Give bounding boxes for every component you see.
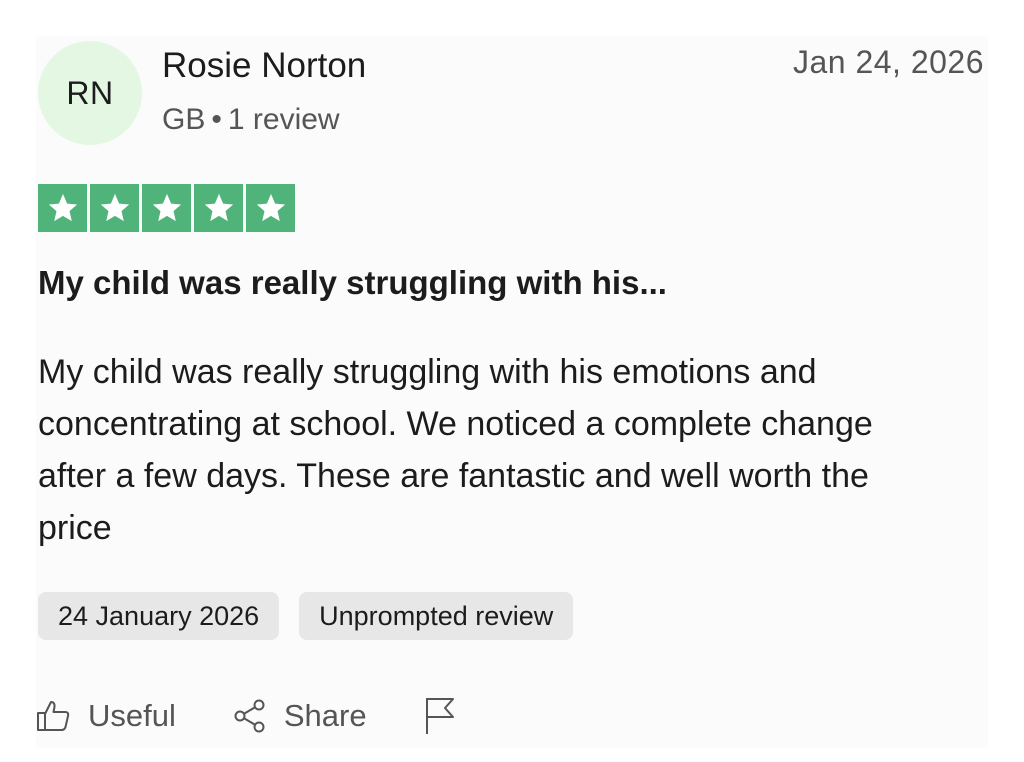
star-icon <box>38 184 87 232</box>
reviewer-name[interactable]: Rosie Norton <box>162 46 366 86</box>
avatar-initials: RN <box>66 74 114 111</box>
flag-icon <box>425 698 454 734</box>
share-icon <box>234 699 265 733</box>
reviewer-review-count: 1 review <box>227 103 340 136</box>
review-actions: Useful Share <box>36 696 457 736</box>
review-tags: 24 January 2026 Unprompted review <box>38 592 574 640</box>
star-icon <box>194 184 243 232</box>
review-body: My child was really struggling with his … <box>38 353 873 547</box>
share-button[interactable]: Share <box>232 698 367 734</box>
experience-date-tag: 24 January 2026 <box>38 592 280 640</box>
review-title: My child was really struggling with his.… <box>38 264 667 301</box>
star-icon <box>142 184 191 232</box>
meta-separator: • <box>211 103 222 136</box>
share-label: Share <box>283 698 367 733</box>
star-icon <box>246 184 295 232</box>
avatar: RN <box>38 41 142 145</box>
unprompted-review-tag[interactable]: Unprompted review <box>299 592 574 640</box>
review-card: RN Rosie Norton GB • 1 review Jan 24, 2026… <box>36 36 988 748</box>
star-icon <box>90 184 139 232</box>
reviewer-country: GB <box>162 103 206 136</box>
report-button[interactable] <box>423 696 457 736</box>
thumbs-up-icon <box>37 701 70 731</box>
useful-label: Useful <box>88 698 176 733</box>
useful-button[interactable]: Useful <box>36 698 176 734</box>
reviewer-meta: GB • 1 review <box>162 103 340 137</box>
review-date: Jan 24, 2026 <box>792 44 984 80</box>
star-rating <box>38 184 295 232</box>
